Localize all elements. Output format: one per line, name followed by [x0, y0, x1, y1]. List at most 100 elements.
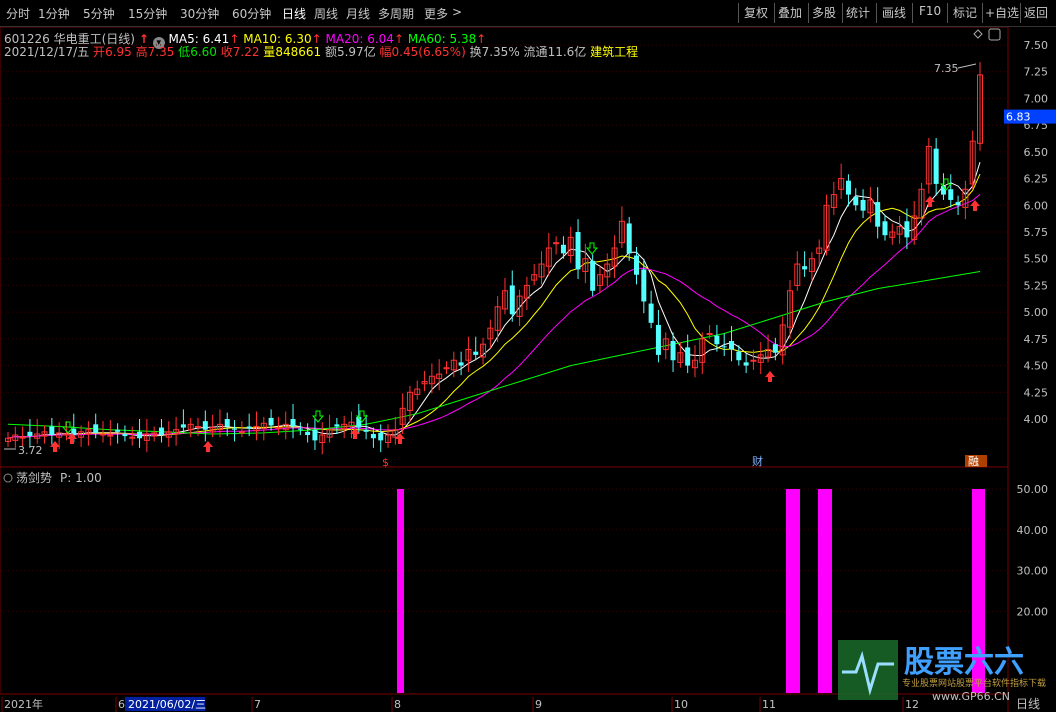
high-marker-line	[957, 63, 977, 69]
diamond-icon	[973, 29, 983, 39]
divider	[947, 3, 948, 23]
indicator-bar	[397, 489, 404, 693]
period-tab-fenshi[interactable]: 分时	[6, 5, 30, 22]
candle-body	[875, 202, 881, 227]
divider	[808, 3, 809, 23]
candle-body	[948, 189, 954, 200]
price-tick-label: 5.75	[1024, 226, 1049, 239]
cursor-date-label: 2021/06/02/三	[128, 698, 206, 711]
candle-body	[648, 303, 654, 323]
price-tick-label: 6.00	[1024, 199, 1049, 212]
period-tab-1min[interactable]: 1分钟	[38, 5, 70, 22]
event-marker-finance: 财	[752, 454, 763, 468]
date-tick-label: 11	[762, 698, 776, 711]
chart-canvas[interactable]: 7.507.257.006.756.506.256.005.755.505.25…	[0, 27, 1056, 712]
adjust-button[interactable]: 复权	[744, 4, 768, 21]
candle-body	[275, 427, 282, 430]
low-price-marker: 3.72	[18, 444, 43, 457]
f10-button[interactable]: F10	[919, 4, 941, 18]
candle-body	[955, 202, 961, 206]
candle-body	[363, 429, 369, 432]
buy-arrow-icon	[203, 441, 213, 452]
more-chevron-icon[interactable]: >	[452, 5, 462, 19]
price-tick-label: 7.25	[1024, 66, 1049, 79]
indicator-param: P: 1.00	[60, 471, 102, 485]
ma60-line	[7, 271, 981, 435]
candle-body	[590, 260, 596, 291]
candle-body	[655, 324, 661, 355]
candle-body	[238, 431, 245, 434]
candle-body	[743, 362, 749, 366]
draw-line-button[interactable]: 画线	[882, 4, 906, 21]
period-tab-weekly[interactable]: 周线	[314, 5, 338, 22]
candle-body	[334, 424, 340, 427]
candle-body	[721, 346, 727, 348]
settings-icon	[988, 28, 1001, 41]
date-tick-label: 10	[674, 698, 688, 711]
candle-body	[575, 232, 581, 270]
price-tick-label: 5.00	[1024, 306, 1049, 319]
candle-body	[195, 425, 202, 428]
indicator-tick-label: 20.00	[1017, 605, 1049, 618]
divider	[1020, 3, 1021, 23]
candle-body	[714, 335, 720, 345]
candle-body	[27, 431, 33, 437]
period-tab-daily[interactable]: 日线	[282, 5, 306, 22]
candle-body	[685, 347, 691, 366]
candle-layer	[5, 62, 983, 455]
back-button[interactable]: 返回	[1024, 4, 1048, 21]
indicator-tick-label: 50.00	[1017, 483, 1049, 496]
multi-stock-button[interactable]: 多股	[812, 4, 836, 21]
candle-body	[560, 244, 566, 254]
candle-body	[458, 362, 464, 366]
event-marker-dollar: $	[382, 456, 389, 469]
candle-body	[137, 431, 143, 439]
period-tab-5min[interactable]: 5分钟	[83, 5, 115, 22]
overlay-button[interactable]: 叠加	[778, 4, 802, 21]
indicator-bar	[818, 489, 832, 693]
statistics-button[interactable]: 统计	[846, 4, 870, 21]
period-tab-60min[interactable]: 60分钟	[232, 5, 271, 22]
candle-body	[641, 269, 647, 302]
period-tab-30min[interactable]: 30分钟	[180, 5, 219, 22]
candle-body	[670, 340, 676, 361]
price-tick-label: 4.75	[1024, 333, 1049, 346]
add-watchlist-button[interactable]: +自选	[985, 4, 1019, 21]
mark-button[interactable]: 标记	[953, 4, 977, 21]
axis-layer: 7.507.257.006.756.506.256.005.755.505.25…	[1004, 39, 1056, 426]
price-tick-label: 6.25	[1024, 173, 1049, 186]
indicator-tick-label: 40.00	[1017, 524, 1049, 537]
price-tick-label: 5.50	[1024, 253, 1049, 266]
date-tick-label: 12	[905, 698, 919, 711]
candle-body	[736, 351, 742, 361]
candle-body	[246, 426, 252, 429]
price-tick-label: 4.50	[1024, 360, 1049, 373]
candle-body	[122, 433, 128, 437]
price-tick-label: 7.00	[1024, 92, 1049, 105]
candle-body	[933, 148, 939, 184]
marker-layer: 7.35 3.72 $ 财 融	[4, 28, 1001, 469]
watermark-brand: 股票六六	[904, 645, 1024, 680]
candle-body	[158, 427, 164, 436]
period-tab-multi[interactable]: 多周期	[378, 5, 414, 22]
watermark: 股票六六专业股票网站股票平台软件指标下载www.GP66.CN	[838, 640, 1046, 703]
date-tick-label: 7	[254, 698, 261, 711]
period-tab-bottom: 日线	[1016, 697, 1040, 711]
period-tab-more[interactable]: 更多	[424, 5, 448, 22]
candle-body	[860, 199, 866, 211]
divider	[912, 3, 913, 23]
candle-body	[473, 351, 479, 355]
candle-body	[232, 428, 238, 430]
price-tick-label: 6.50	[1024, 146, 1049, 159]
price-tick-label: 4.00	[1024, 413, 1049, 426]
candle-body	[553, 242, 560, 245]
indicator-tick-label: 30.00	[1017, 565, 1049, 578]
period-tab-monthly[interactable]: 月线	[346, 5, 370, 22]
period-tab-15min[interactable]: 15分钟	[128, 5, 167, 22]
event-marker-margin: 融	[968, 455, 979, 468]
buy-arrow-icon	[970, 200, 980, 211]
candle-body	[706, 333, 713, 336]
divider	[842, 3, 843, 23]
candle-body	[882, 221, 888, 236]
candle-body	[312, 429, 318, 441]
